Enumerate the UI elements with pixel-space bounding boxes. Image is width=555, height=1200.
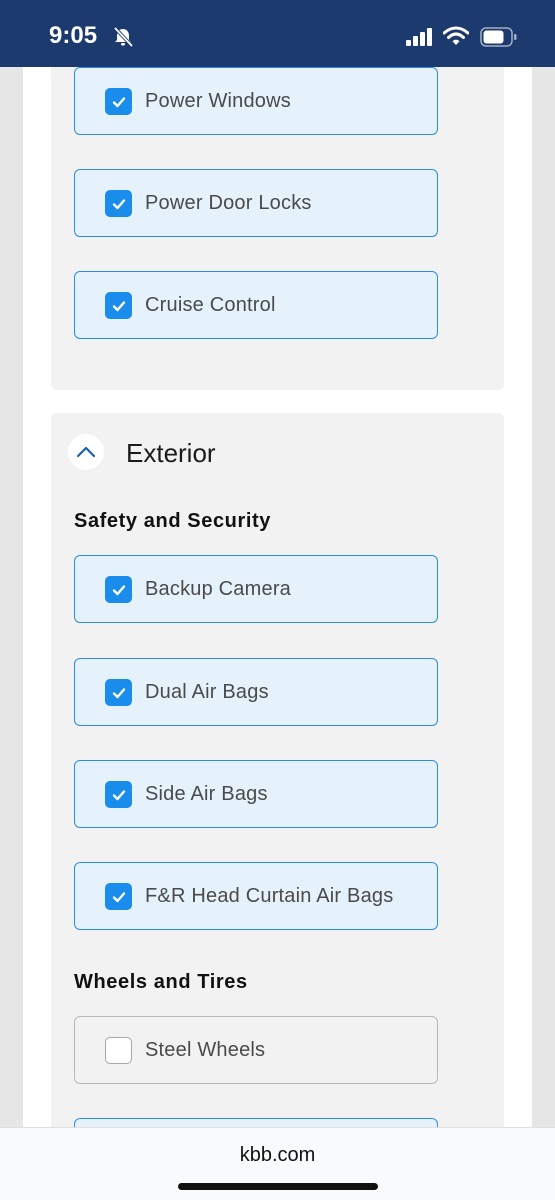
url-text[interactable]: kbb.com	[0, 1144, 555, 1167]
battery-icon	[480, 27, 517, 47]
status-time: 9:05	[49, 22, 98, 49]
checkmark-icon	[112, 789, 125, 800]
checkbox-checked[interactable]	[105, 576, 132, 603]
checkmark-icon	[112, 198, 125, 209]
checkbox-unchecked[interactable]	[105, 1037, 132, 1064]
option-label: Dual Air Bags	[145, 681, 269, 703]
checkmark-icon	[112, 891, 125, 902]
checkmark-icon	[112, 96, 125, 107]
checkbox-checked[interactable]	[105, 292, 132, 319]
group-title-wheels: Wheels and Tires	[74, 971, 248, 993]
checkbox-checked[interactable]	[105, 679, 132, 706]
option-label: Cruise Control	[145, 294, 276, 316]
option-power-windows[interactable]: Power Windows	[74, 67, 438, 135]
section-title: Exterior	[126, 438, 216, 468]
option-cruise-control[interactable]: Cruise Control	[74, 271, 438, 339]
home-indicator[interactable]	[178, 1183, 378, 1190]
checkbox-checked[interactable]	[105, 190, 132, 217]
option-label: Power Windows	[145, 90, 291, 112]
page-content: Power Windows Power Door Locks Cruise Co…	[23, 67, 532, 1127]
checkmark-icon	[112, 584, 125, 595]
option-backup-camera[interactable]: Backup Camera	[74, 555, 438, 623]
option-label: Steel Wheels	[145, 1039, 266, 1061]
checkbox-checked[interactable]	[105, 883, 132, 910]
group-title-safety: Safety and Security	[74, 510, 272, 532]
browser-address-bar[interactable]: kbb.com	[0, 1127, 555, 1200]
option-label: Backup Camera	[145, 578, 291, 600]
checkmark-icon	[112, 300, 125, 311]
option-head-curtain-air-bags[interactable]: F&R Head Curtain Air Bags	[74, 862, 438, 930]
checkbox-checked[interactable]	[105, 781, 132, 808]
bell-slash-icon	[113, 26, 134, 48]
status-bar: 9:05	[0, 0, 555, 67]
checkbox-checked[interactable]	[105, 88, 132, 115]
option-next-partial[interactable]	[74, 1118, 438, 1127]
option-label: Side Air Bags	[145, 783, 268, 805]
cellular-signal-icon	[406, 28, 432, 46]
option-power-door-locks[interactable]: Power Door Locks	[74, 169, 438, 237]
collapse-toggle-button[interactable]	[68, 434, 104, 470]
checkmark-icon	[112, 687, 125, 698]
option-label: Power Door Locks	[145, 192, 312, 214]
option-label: F&R Head Curtain Air Bags	[145, 885, 394, 907]
option-steel-wheels[interactable]: Steel Wheels	[74, 1016, 438, 1084]
chevron-up-icon	[76, 446, 96, 458]
option-side-air-bags[interactable]: Side Air Bags	[74, 760, 438, 828]
interior-options-card: Power Windows Power Door Locks Cruise Co…	[51, 67, 504, 390]
option-dual-air-bags[interactable]: Dual Air Bags	[74, 658, 438, 726]
exterior-section-card: Exterior Safety and Security Backup Came…	[51, 413, 504, 1127]
wifi-icon	[443, 26, 469, 45]
